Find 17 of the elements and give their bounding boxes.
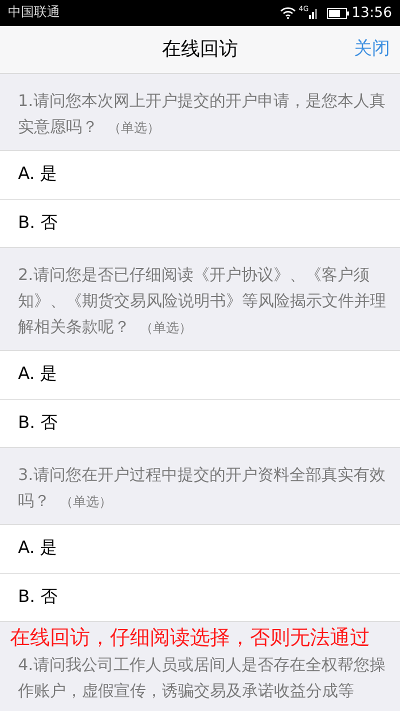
question-text: 4.请问我公司工作人员或居间人是否存在全权帮您操作账户，虚假宣传，诱骗交易及承诺收益分成等	[18, 655, 386, 700]
answer-option[interactable]: A. 是	[0, 525, 400, 573]
page-title: 在线回访	[162, 37, 238, 62]
carrier-name: 中国联通	[8, 4, 60, 22]
signal-icon	[308, 7, 319, 19]
answer-option[interactable]: B. 否	[0, 199, 400, 247]
answer-option[interactable]: A. 是	[0, 351, 400, 399]
answer-option[interactable]: B. 否	[0, 573, 400, 621]
battery-icon	[326, 8, 349, 18]
question-text: 1.请问您本次网上开户提交的开户申请，是您本人真实意愿吗？ （单选）	[18, 91, 386, 136]
question-text: 3.请问您在开户过程中提交的开户资料全部真实有效吗？ （单选）	[18, 465, 386, 510]
clock-time: 13:56	[352, 4, 392, 22]
answer-option[interactable]: A. 是	[0, 151, 400, 199]
question-text: 2.请问您是否已仔细阅读《开户协议》、《客户须知》、《期货交易风险说明书》等风险揭示文件并理解相关条款呢？ （单选）	[18, 265, 386, 336]
wifi-icon	[280, 7, 296, 19]
answer-option[interactable]: B. 否	[0, 399, 400, 447]
overlay-caption: 在线回访，仔细阅读选择，否则无法通过	[9, 624, 371, 650]
